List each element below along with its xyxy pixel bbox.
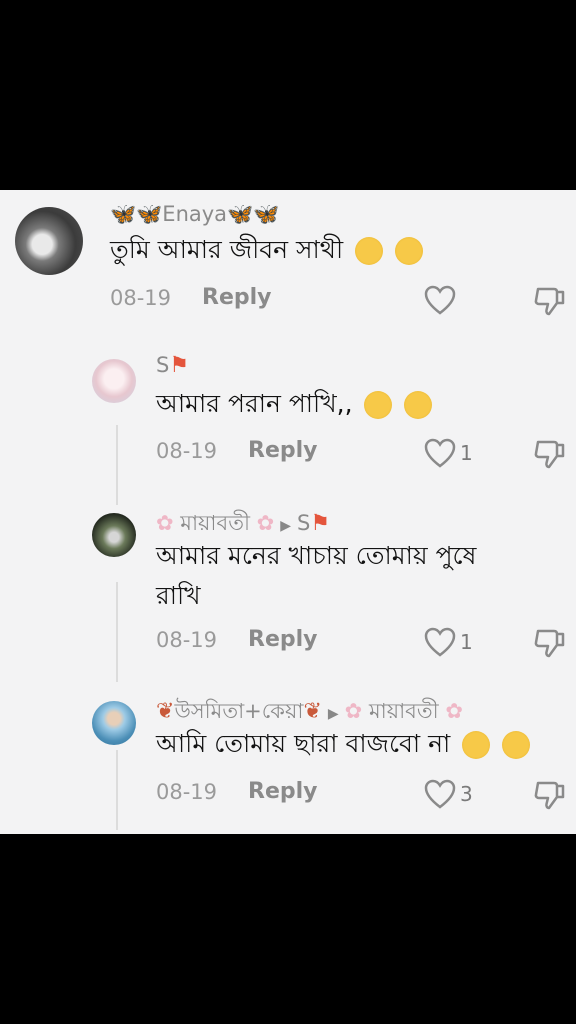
maple-leaf-icon: ❦	[156, 699, 175, 724]
like-button[interactable]: 1	[424, 438, 473, 468]
thread-line	[116, 425, 118, 505]
comment-text: আমার পরান পাখি,,	[156, 384, 433, 424]
avatar[interactable]	[92, 701, 136, 745]
comments-panel: 🦋🦋Enaya🦋🦋 তুমি আমার জীবন সাথী 08-19 Repl…	[0, 190, 576, 834]
comment-date: 08-19	[156, 780, 218, 804]
flag-icon: ⚑	[310, 511, 331, 536]
reply-arrow-icon: ▶	[327, 706, 339, 722]
comment-text: আমি তোমায় ছারা বাজবো না	[156, 724, 531, 764]
comment-date: 08-19	[110, 286, 172, 310]
author-name: উসমিতা+কেয়া	[174, 699, 304, 723]
comment-author[interactable]: 🦋🦋Enaya🦋🦋	[110, 202, 279, 227]
comment-text-line: রাখি	[156, 581, 201, 610]
thread-line	[116, 582, 118, 682]
sakura-icon: ✿	[445, 699, 463, 723]
thumbs-down-icon	[534, 781, 565, 810]
reply-to-name: মায়াবতী	[368, 699, 439, 723]
tired-face-emoji-icon	[355, 237, 384, 265]
reply-to-name: S	[297, 511, 311, 535]
comment-date: 08-19	[156, 439, 218, 463]
heart-icon	[424, 627, 456, 657]
author-name: মায়াবতী	[180, 511, 250, 535]
comment-date: 08-19	[156, 628, 218, 652]
like-button[interactable]	[424, 285, 460, 315]
comment-author[interactable]: S⚑	[156, 353, 189, 378]
author-name: S	[156, 353, 170, 377]
sakura-icon: ✿	[344, 699, 363, 723]
heart-icon	[424, 285, 456, 315]
heart-icon	[424, 779, 456, 809]
avatar[interactable]	[15, 207, 83, 275]
reply-arrow-icon: ▶	[280, 518, 292, 534]
flag-icon: ⚑	[169, 353, 190, 378]
dislike-button[interactable]	[532, 285, 566, 321]
comment-text-content: আমার পরান পাখি,,	[156, 389, 353, 418]
comment-text-content: তুমি আমার জীবন সাথী	[110, 235, 344, 264]
dislike-button[interactable]	[532, 438, 566, 474]
comment-text: তুমি আমার জীবন সাথী	[110, 230, 424, 270]
thumbs-down-icon	[534, 287, 565, 316]
dislike-button[interactable]	[532, 627, 566, 663]
like-count: 1	[460, 630, 473, 654]
sakura-icon: ✿	[256, 511, 275, 535]
like-button[interactable]: 1	[424, 627, 473, 657]
comment-text-line: আমার মনের খাচায় তোমায় পুষে	[156, 541, 477, 570]
sakura-icon: ✿	[156, 511, 174, 535]
thread-line	[116, 750, 118, 830]
heart-icon	[424, 438, 456, 468]
avatar[interactable]	[92, 359, 136, 403]
reply-button[interactable]: Reply	[202, 285, 272, 310]
upside-down-face-emoji-icon	[404, 391, 433, 419]
like-count: 3	[460, 782, 473, 806]
comment-text-content: আমি তোমায় ছারা বাজবো না	[156, 729, 451, 758]
avatar[interactable]	[92, 513, 136, 557]
reply-button[interactable]: Reply	[248, 627, 318, 652]
maple-leaf-icon: ❦	[303, 699, 322, 724]
comment-text: আমার মনের খাচায় তোমায় পুষে রাখি	[156, 536, 476, 616]
reply-button[interactable]: Reply	[248, 779, 318, 804]
like-button[interactable]: 3	[424, 779, 473, 809]
thumbs-down-icon	[534, 440, 565, 469]
face-with-peeking-eye-emoji-icon	[462, 731, 491, 759]
tired-face-emoji-icon	[395, 237, 424, 265]
dislike-button[interactable]	[532, 779, 566, 815]
like-count: 1	[460, 441, 473, 465]
reply-button[interactable]: Reply	[248, 438, 318, 463]
drooling-face-emoji-icon	[364, 391, 393, 419]
face-with-peeking-eye-emoji-icon	[502, 731, 531, 759]
thumbs-down-icon	[534, 629, 565, 658]
